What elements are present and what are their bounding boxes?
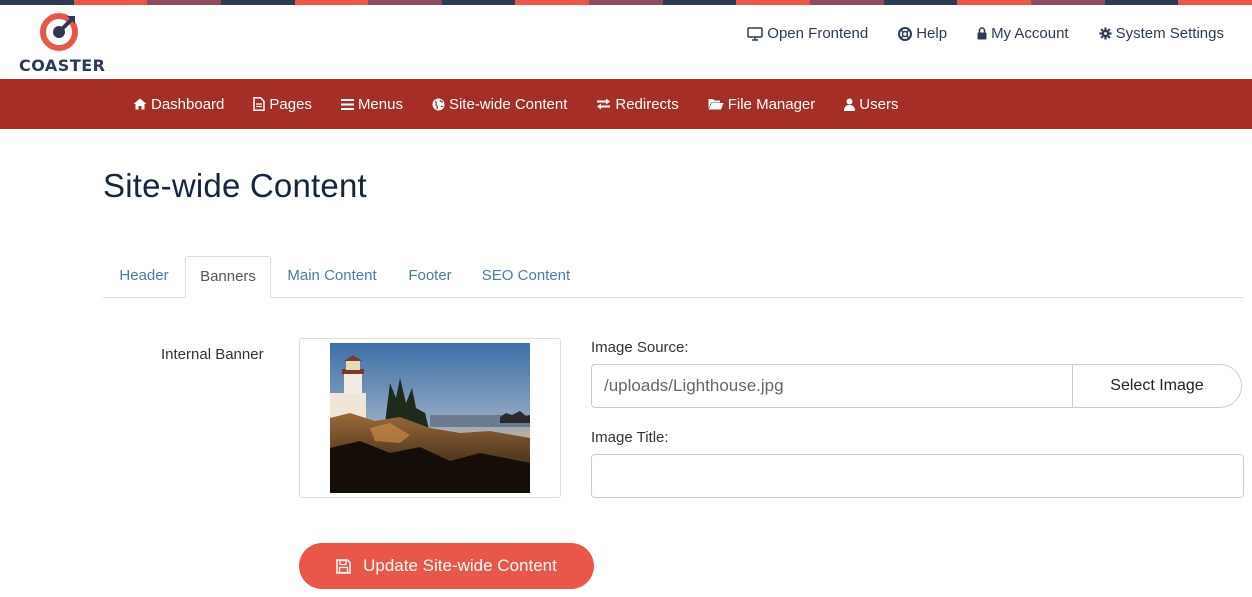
tab-banners[interactable]: Banners xyxy=(185,256,271,298)
image-title-input[interactable] xyxy=(591,454,1244,498)
system-settings-link[interactable]: System Settings xyxy=(1099,25,1224,42)
file-icon xyxy=(253,97,266,111)
help-link[interactable]: Help xyxy=(898,25,947,42)
globe-icon xyxy=(432,98,445,110)
lock-icon xyxy=(977,27,987,40)
nav-item-menus-label: Menus xyxy=(357,95,403,113)
nav-item-menus[interactable]: Menus xyxy=(340,95,403,113)
content-tabs: Header Banners Main Content Footer SEO C… xyxy=(103,256,1244,298)
open-frontend-link[interactable]: Open Frontend xyxy=(747,25,868,42)
nav-item-site-wide-content[interactable]: Site-wide Content xyxy=(432,96,567,113)
tab-footer[interactable]: Footer xyxy=(393,256,467,298)
image-source-group: Select Image xyxy=(591,364,1242,408)
tab-seo-content[interactable]: SEO Content xyxy=(469,256,583,298)
nav-item-users[interactable]: Users xyxy=(844,96,898,113)
user-icon xyxy=(844,98,856,111)
lighthouse-image xyxy=(330,343,530,493)
lifebuoy-icon xyxy=(898,26,913,41)
home-icon xyxy=(133,98,147,110)
monitor-icon xyxy=(747,26,764,41)
image-title-label: Image Title: xyxy=(591,429,669,446)
update-site-wide-content-button[interactable]: Update Site-wide Content xyxy=(299,543,594,589)
select-image-button[interactable]: Select Image xyxy=(1072,364,1242,408)
banner-image-preview[interactable] xyxy=(299,338,561,498)
update-button-label: Update Site-wide Content xyxy=(363,556,557,575)
tab-main-content[interactable]: Main Content xyxy=(273,256,391,298)
bars-icon xyxy=(340,98,354,110)
system-settings-label: System Settings xyxy=(1115,25,1224,42)
nav-item-users-label: Users xyxy=(859,95,899,113)
nav-item-redirects-label: Redirects xyxy=(615,95,679,113)
utility-nav: Open Frontend Help My Account System Set… xyxy=(747,25,1224,42)
top-header: COASTER Open Frontend Help My Account Sy… xyxy=(0,5,1252,79)
nav-item-pages-label: Pages xyxy=(269,95,312,113)
nav-item-dashboard-label: Dashboard xyxy=(151,95,225,113)
floppy-disk-icon xyxy=(336,558,351,574)
my-account-label: My Account xyxy=(991,25,1069,42)
gear-icon xyxy=(1099,27,1112,40)
nav-item-file-manager-label: File Manager xyxy=(727,95,816,113)
nav-item-site-wide-content-label: Site-wide Content xyxy=(448,95,568,113)
nav-item-redirects[interactable]: Redirects xyxy=(596,95,679,113)
folder-open-icon xyxy=(708,99,724,110)
brand-name: COASTER xyxy=(19,56,106,75)
coaster-logo[interactable]: COASTER xyxy=(19,13,105,75)
help-label: Help xyxy=(916,25,948,42)
nav-item-dashboard[interactable]: Dashboard xyxy=(133,96,224,113)
image-source-input[interactable] xyxy=(591,364,1072,408)
nav-item-file-manager[interactable]: File Manager xyxy=(708,95,816,113)
coaster-logo-mark xyxy=(40,13,78,51)
exchange-icon xyxy=(597,98,611,110)
page-title: Site-wide Content xyxy=(103,167,367,204)
image-source-label: Image Source: xyxy=(591,339,689,356)
internal-banner-label: Internal Banner xyxy=(161,346,264,363)
main-nav: Dashboard Pages Menus Site-wide Content … xyxy=(0,79,1252,129)
my-account-link[interactable]: My Account xyxy=(977,25,1069,42)
open-frontend-label: Open Frontend xyxy=(767,25,869,42)
nav-item-pages[interactable]: Pages xyxy=(253,96,312,113)
tab-header[interactable]: Header xyxy=(103,256,185,298)
